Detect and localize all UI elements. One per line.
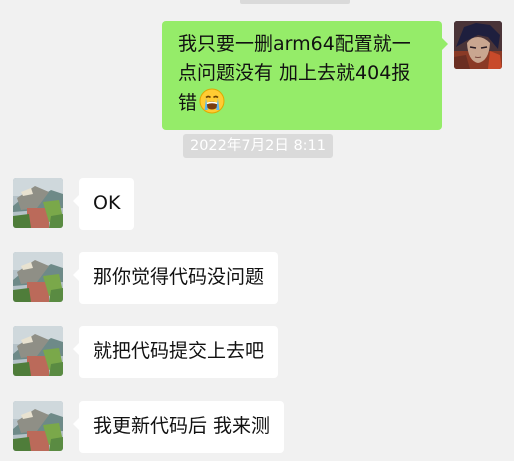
crying-face-emoji-icon [199, 88, 225, 114]
timestamp-row: 2022年7月2日 8:11 [0, 134, 514, 158]
timestamp-label: 2022年7月2日 8:11 [182, 134, 334, 158]
outgoing-bubble[interactable]: 我只要一删arm64配置就一点问题没有 加上去就404报错 [162, 21, 448, 130]
message-outgoing[interactable]: 我只要一删arm64配置就一点问题没有 加上去就404报错 [162, 21, 502, 130]
message-incoming[interactable]: 那你觉得代码没问题 [13, 252, 279, 304]
incoming-message-text: OK [93, 192, 121, 214]
message-incoming[interactable]: OK [13, 178, 135, 230]
contact-avatar[interactable] [13, 178, 63, 228]
message-incoming[interactable]: 我更新代码后 我来测 [13, 401, 285, 453]
incoming-message-text: 我更新代码后 我来测 [93, 415, 271, 437]
incoming-message-text: 那你觉得代码没问题 [93, 266, 265, 288]
contact-avatar[interactable] [13, 401, 63, 451]
contact-avatar[interactable] [13, 326, 63, 376]
incoming-bubble[interactable]: 我更新代码后 我来测 [72, 401, 285, 453]
incoming-message-text: 就把代码提交上去吧 [93, 340, 265, 362]
incoming-bubble[interactable]: OK [72, 178, 135, 230]
scroll-top-edge [240, 0, 350, 4]
incoming-bubble[interactable]: 就把代码提交上去吧 [72, 326, 279, 378]
message-incoming[interactable]: 就把代码提交上去吧 [13, 326, 279, 378]
contact-avatar[interactable] [13, 252, 63, 302]
incoming-bubble[interactable]: 那你觉得代码没问题 [72, 252, 279, 304]
self-avatar[interactable] [454, 21, 502, 69]
